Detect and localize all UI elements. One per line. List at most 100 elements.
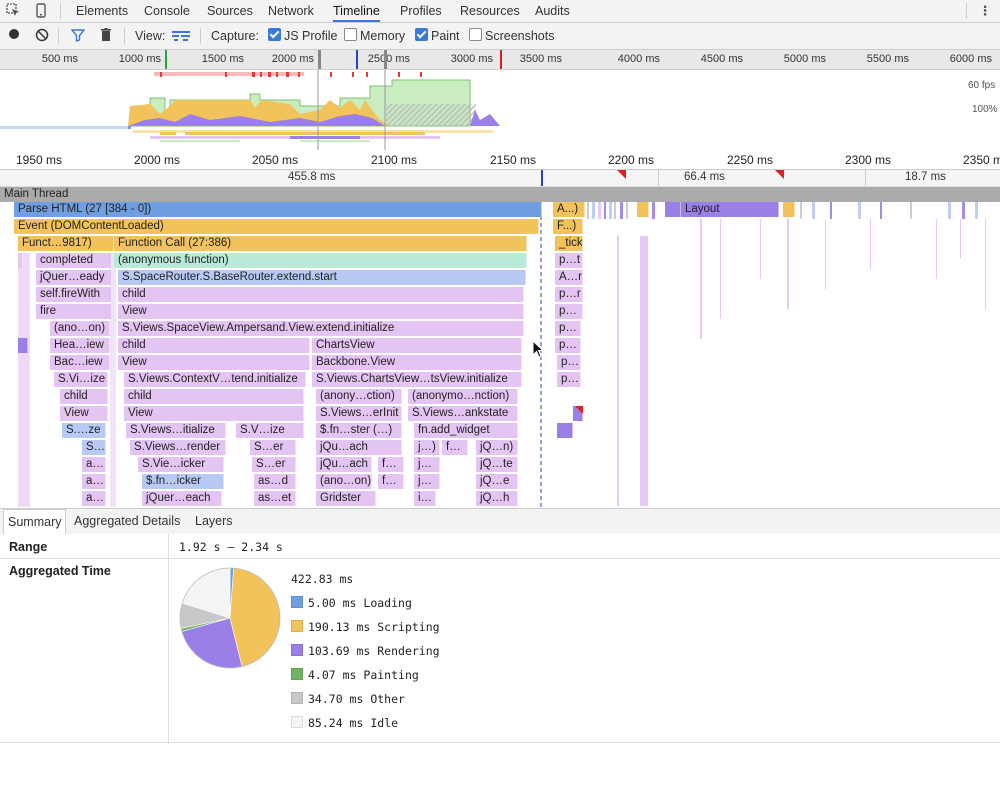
flame-chart-event[interactable]: S.Views.ChartsView…tsView.initialize — [312, 372, 522, 387]
flame-chart-event[interactable]: as…et — [254, 491, 296, 506]
memory-checkbox[interactable]: Memory — [344, 28, 405, 44]
flame-chart-event[interactable]: fn.add_widget — [414, 423, 518, 438]
flame-chart-view-icon[interactable] — [172, 28, 190, 44]
flame-chart-event[interactable]: F...) — [553, 219, 583, 234]
flame-chart-event[interactable]: j…) — [414, 440, 440, 455]
flame-chart-event[interactable]: S.Views…itialize — [126, 423, 226, 438]
flame-chart-event[interactable]: S.Views…ankstate — [408, 406, 518, 421]
flame-chart-event[interactable]: A…r — [555, 270, 583, 285]
tab-sources[interactable]: Sources — [207, 0, 253, 22]
js-profile-checkbox[interactable]: JS Profile — [268, 28, 338, 44]
more-options-icon[interactable]: ⋮ — [977, 3, 993, 19]
flame-chart-event[interactable]: as…d — [254, 474, 296, 489]
flame-chart-event[interactable]: S.SpaceRouter.S.BaseRouter.extend.start — [118, 270, 526, 285]
overview-selection-left-handle[interactable] — [318, 50, 321, 69]
flame-chart-event[interactable]: S.Views.SpaceView.Ampersand.View.extend.… — [118, 321, 524, 336]
flame-chart-event[interactable]: Function Call (27:386) — [114, 236, 527, 251]
flame-chart-event[interactable]: a… — [82, 457, 106, 472]
flame-chart-event[interactable]: j… — [414, 474, 440, 489]
flame-chart-event[interactable]: completed — [36, 253, 112, 268]
frames-track[interactable]: 455.8 ms 66.4 ms 18.7 ms — [0, 170, 1000, 187]
tab-resources[interactable]: Resources — [460, 0, 520, 22]
flame-chart-event[interactable]: p… — [557, 355, 581, 370]
flame-chart-event[interactable]: S.…ze — [62, 423, 106, 438]
flame-chart-event[interactable]: Backbone.View — [312, 355, 522, 370]
flame-chart-event[interactable]: jQ…e — [476, 474, 518, 489]
tab-layers[interactable]: Layers — [191, 509, 237, 534]
flame-chart-event[interactable]: Event (DOMContentLoaded) — [14, 219, 539, 234]
flame-chart-event[interactable]: p… — [555, 338, 581, 353]
main-thread-header[interactable]: Main Thread — [0, 187, 1000, 202]
paint-checkbox[interactable]: Paint — [415, 28, 460, 44]
flame-chart-event[interactable]: f… — [378, 474, 404, 489]
flame-chart-event[interactable]: (anonymous function) — [114, 253, 527, 268]
flame-chart-event[interactable]: jQ…n) — [476, 440, 518, 455]
tab-summary[interactable]: Summary — [3, 509, 67, 535]
flame-chart[interactable]: Parse HTML (27 [384 - 0]) A...) Layout Even… — [0, 202, 1000, 507]
flame-chart-event[interactable]: jQu…ach — [316, 457, 372, 472]
tab-profiles[interactable]: Profiles — [400, 0, 442, 22]
flame-chart-event[interactable]: Bac…iew — [50, 355, 110, 370]
flame-chart-event[interactable]: S… — [82, 440, 106, 455]
flame-chart-event[interactable] — [783, 202, 795, 217]
flame-chart-event[interactable]: Layout — [681, 202, 779, 217]
flame-chart-event[interactable]: jQ…te — [476, 457, 518, 472]
flame-chart-event[interactable]: S.Vie…icker — [138, 457, 224, 472]
trash-icon[interactable] — [98, 28, 114, 44]
overview-selection-right-handle[interactable] — [384, 50, 387, 69]
flame-chart-event[interactable] — [637, 202, 649, 217]
flame-chart-event[interactable]: Gridster — [316, 491, 376, 506]
flame-chart-event[interactable]: (anonymo…nction) — [408, 389, 518, 404]
flame-chart-event[interactable]: S.Views…render — [130, 440, 226, 455]
flame-chart-event[interactable]: _tick — [555, 236, 583, 251]
flame-chart-event[interactable]: S.Views…erInit — [316, 406, 402, 421]
tab-network[interactable]: Network — [268, 0, 314, 22]
record-icon[interactable] — [6, 28, 22, 44]
flame-chart-event[interactable]: S.Vi…ize — [54, 372, 108, 387]
flame-chart-event[interactable]: jQu…ach — [316, 440, 402, 455]
flame-chart-event[interactable]: View — [124, 406, 304, 421]
tab-aggregated-details[interactable]: Aggregated Details — [70, 509, 184, 534]
flame-chart-event[interactable]: fire — [36, 304, 112, 319]
flame-chart-event[interactable]: S…er — [250, 440, 296, 455]
flame-chart-event[interactable] — [18, 338, 28, 353]
flame-chart-event[interactable]: jQuer…each — [142, 491, 222, 506]
tab-elements[interactable]: Elements — [76, 0, 128, 22]
flame-chart-event[interactable]: jQuer…eady — [36, 270, 112, 285]
flame-chart-event[interactable]: self.fireWith — [36, 287, 112, 302]
flame-chart-event[interactable]: child — [60, 389, 108, 404]
flame-chart-event[interactable]: A...) — [553, 202, 585, 217]
flame-chart-event[interactable]: child — [124, 389, 304, 404]
flame-chart-event[interactable]: p…t — [555, 253, 583, 268]
flame-chart-event[interactable]: f… — [378, 457, 404, 472]
tab-console[interactable]: Console — [144, 0, 190, 22]
flame-chart-event[interactable] — [18, 253, 23, 268]
flame-chart-event[interactable]: S.Views.ContextV…tend.initialize — [124, 372, 306, 387]
flame-chart-event[interactable]: View — [118, 355, 310, 370]
flame-chart-event[interactable]: Hea…iew — [50, 338, 110, 353]
flame-chart-event[interactable]: $.fn…icker — [142, 474, 224, 489]
flame-chart-event[interactable]: child — [118, 338, 310, 353]
filter-icon[interactable] — [70, 28, 86, 44]
flame-chart-event[interactable]: i… — [414, 491, 436, 506]
inspect-element-icon[interactable] — [5, 3, 21, 19]
flame-chart-event[interactable]: (ano…on) — [50, 321, 110, 336]
tab-audits[interactable]: Audits — [535, 0, 570, 22]
screenshots-checkbox[interactable]: Screenshots — [469, 28, 554, 44]
flame-chart-event[interactable]: Funct…98​17) — [18, 236, 114, 251]
flame-chart-event[interactable] — [557, 423, 573, 438]
flame-chart-event[interactable]: a… — [82, 491, 106, 506]
flame-chart-event[interactable]: Parse HTML (27 [384 - 0]) — [14, 202, 542, 217]
flame-chart-event[interactable]: (ano…on) — [316, 474, 372, 489]
flame-chart-event[interactable]: p… — [555, 304, 583, 319]
flame-chart-event[interactable]: child — [118, 287, 524, 302]
flame-chart-event[interactable]: ChartsView — [312, 338, 522, 353]
flame-chart-event[interactable]: f… — [442, 440, 468, 455]
flame-chart-event[interactable]: S.V…ize — [236, 423, 304, 438]
overview-pane[interactable]: 60 fps 100% — [0, 70, 1000, 150]
flame-chart-event[interactable]: S…er — [252, 457, 296, 472]
tab-timeline[interactable]: Timeline — [333, 0, 380, 22]
flame-chart-event[interactable]: $.fn…ster (…) — [316, 423, 402, 438]
device-mode-icon[interactable] — [33, 3, 49, 19]
flame-chart-event[interactable]: p… — [555, 321, 581, 336]
